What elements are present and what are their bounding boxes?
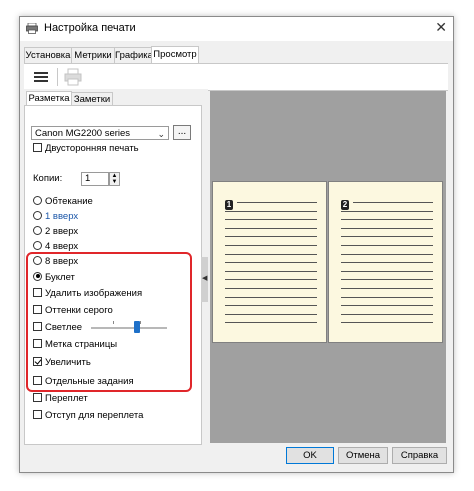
title-bar: Настройка печати ✕ bbox=[20, 17, 453, 41]
radio-2up[interactable] bbox=[33, 225, 42, 235]
preview-text-line bbox=[225, 262, 317, 264]
page-number-badge: 1 bbox=[225, 200, 233, 210]
page-number-badge: 2 bbox=[341, 200, 349, 210]
preview-text-line bbox=[225, 288, 317, 289]
preview-text-line bbox=[341, 219, 433, 221]
tab-setup[interactable]: Установка bbox=[24, 47, 72, 63]
preview-text-line bbox=[341, 296, 433, 298]
radio-4up[interactable] bbox=[33, 240, 42, 250]
layout-option-1up[interactable]: 1 вверх bbox=[33, 210, 78, 223]
subtab-notes[interactable]: Заметки bbox=[71, 92, 113, 106]
tab-graphics[interactable]: Графика bbox=[114, 47, 153, 63]
close-icon[interactable]: ✕ bbox=[435, 19, 447, 36]
layout-option-wrap[interactable]: Обтекание bbox=[33, 195, 93, 208]
preview-text-line bbox=[225, 245, 317, 246]
printer-properties-button[interactable]: ... bbox=[173, 125, 191, 140]
menu-icon[interactable] bbox=[30, 67, 52, 87]
enlarge-slider-thumb[interactable] bbox=[133, 321, 140, 333]
preview-page-left: 1 bbox=[212, 181, 327, 343]
copies-label: Копии: bbox=[33, 173, 63, 184]
copies-input[interactable]: 1 bbox=[81, 172, 109, 186]
collapse-arrow-icon[interactable]: ◀ bbox=[202, 274, 207, 282]
chevron-down-icon: ⌄ bbox=[157, 129, 165, 139]
preview-text-line bbox=[341, 236, 433, 238]
radio-1up[interactable] bbox=[33, 210, 42, 220]
preview-text-line bbox=[225, 236, 317, 238]
slider-tick bbox=[113, 321, 114, 324]
enlarge-slider-track[interactable] bbox=[91, 327, 167, 329]
preview-text-line bbox=[341, 270, 433, 272]
preview-text-line bbox=[341, 227, 433, 229]
copies-stepper[interactable]: ▲ ▼ bbox=[109, 172, 120, 186]
preview-text-line bbox=[225, 270, 317, 272]
preview-text-line bbox=[225, 296, 317, 298]
preview-text-line bbox=[225, 313, 317, 315]
preview-text-line bbox=[341, 210, 433, 212]
option-binding[interactable]: Переплет bbox=[33, 392, 88, 405]
print-icon[interactable] bbox=[64, 68, 82, 86]
options-highlight-frame bbox=[26, 252, 192, 392]
preview-text-line bbox=[225, 253, 317, 255]
preview-text-line bbox=[225, 305, 317, 307]
preview-text-line bbox=[237, 202, 317, 203]
printer-icon bbox=[26, 23, 38, 34]
option-binding-margin[interactable]: Отступ для переплета bbox=[33, 409, 143, 422]
preview-text-line bbox=[341, 322, 433, 324]
preview-text-line bbox=[341, 313, 433, 315]
radio-wrap[interactable] bbox=[33, 195, 42, 205]
preview-text-line bbox=[225, 279, 317, 281]
preview-text-line bbox=[341, 245, 433, 246]
duplex-label: Двусторонняя печать bbox=[45, 143, 139, 154]
preview-text-line bbox=[341, 262, 433, 264]
printer-select[interactable]: Canon MG2200 series ⌄ bbox=[31, 126, 169, 140]
toolbar bbox=[24, 63, 448, 91]
toolbar-divider bbox=[57, 68, 58, 86]
ok-button[interactable]: OK bbox=[286, 447, 334, 464]
preview-text-line bbox=[341, 253, 433, 255]
checkbox-binding-margin[interactable] bbox=[33, 409, 42, 419]
preview-page-right: 2 bbox=[328, 181, 443, 343]
slider-tick bbox=[140, 321, 141, 324]
tab-metrics[interactable]: Метрики bbox=[71, 47, 115, 63]
checkbox-binding[interactable] bbox=[33, 392, 42, 402]
preview-text-line bbox=[225, 219, 317, 221]
subtab-layout[interactable]: Разметка bbox=[26, 91, 72, 106]
print-preview: 1 2 bbox=[210, 91, 446, 443]
preview-text-line bbox=[341, 288, 433, 289]
layout-option-2up[interactable]: 2 вверх bbox=[33, 225, 78, 238]
preview-text-line bbox=[353, 202, 433, 203]
preview-text-line bbox=[225, 227, 317, 229]
preview-text-line bbox=[341, 305, 433, 307]
print-settings-window: Настройка печати ✕ Установка Метрики Гра… bbox=[19, 16, 454, 473]
duplex-checkbox-row[interactable]: Двусторонняя печать bbox=[33, 142, 139, 155]
preview-text-line bbox=[341, 279, 433, 281]
tab-preview[interactable]: Просмотр bbox=[151, 46, 199, 63]
window-title: Настройка печати bbox=[44, 22, 136, 34]
printer-select-value: Canon MG2200 series bbox=[35, 128, 131, 139]
duplex-checkbox[interactable] bbox=[33, 142, 42, 152]
cancel-button[interactable]: Отмена bbox=[338, 447, 388, 464]
help-button[interactable]: Справка bbox=[392, 447, 447, 464]
preview-text-line bbox=[225, 322, 317, 324]
preview-text-line bbox=[225, 210, 317, 212]
